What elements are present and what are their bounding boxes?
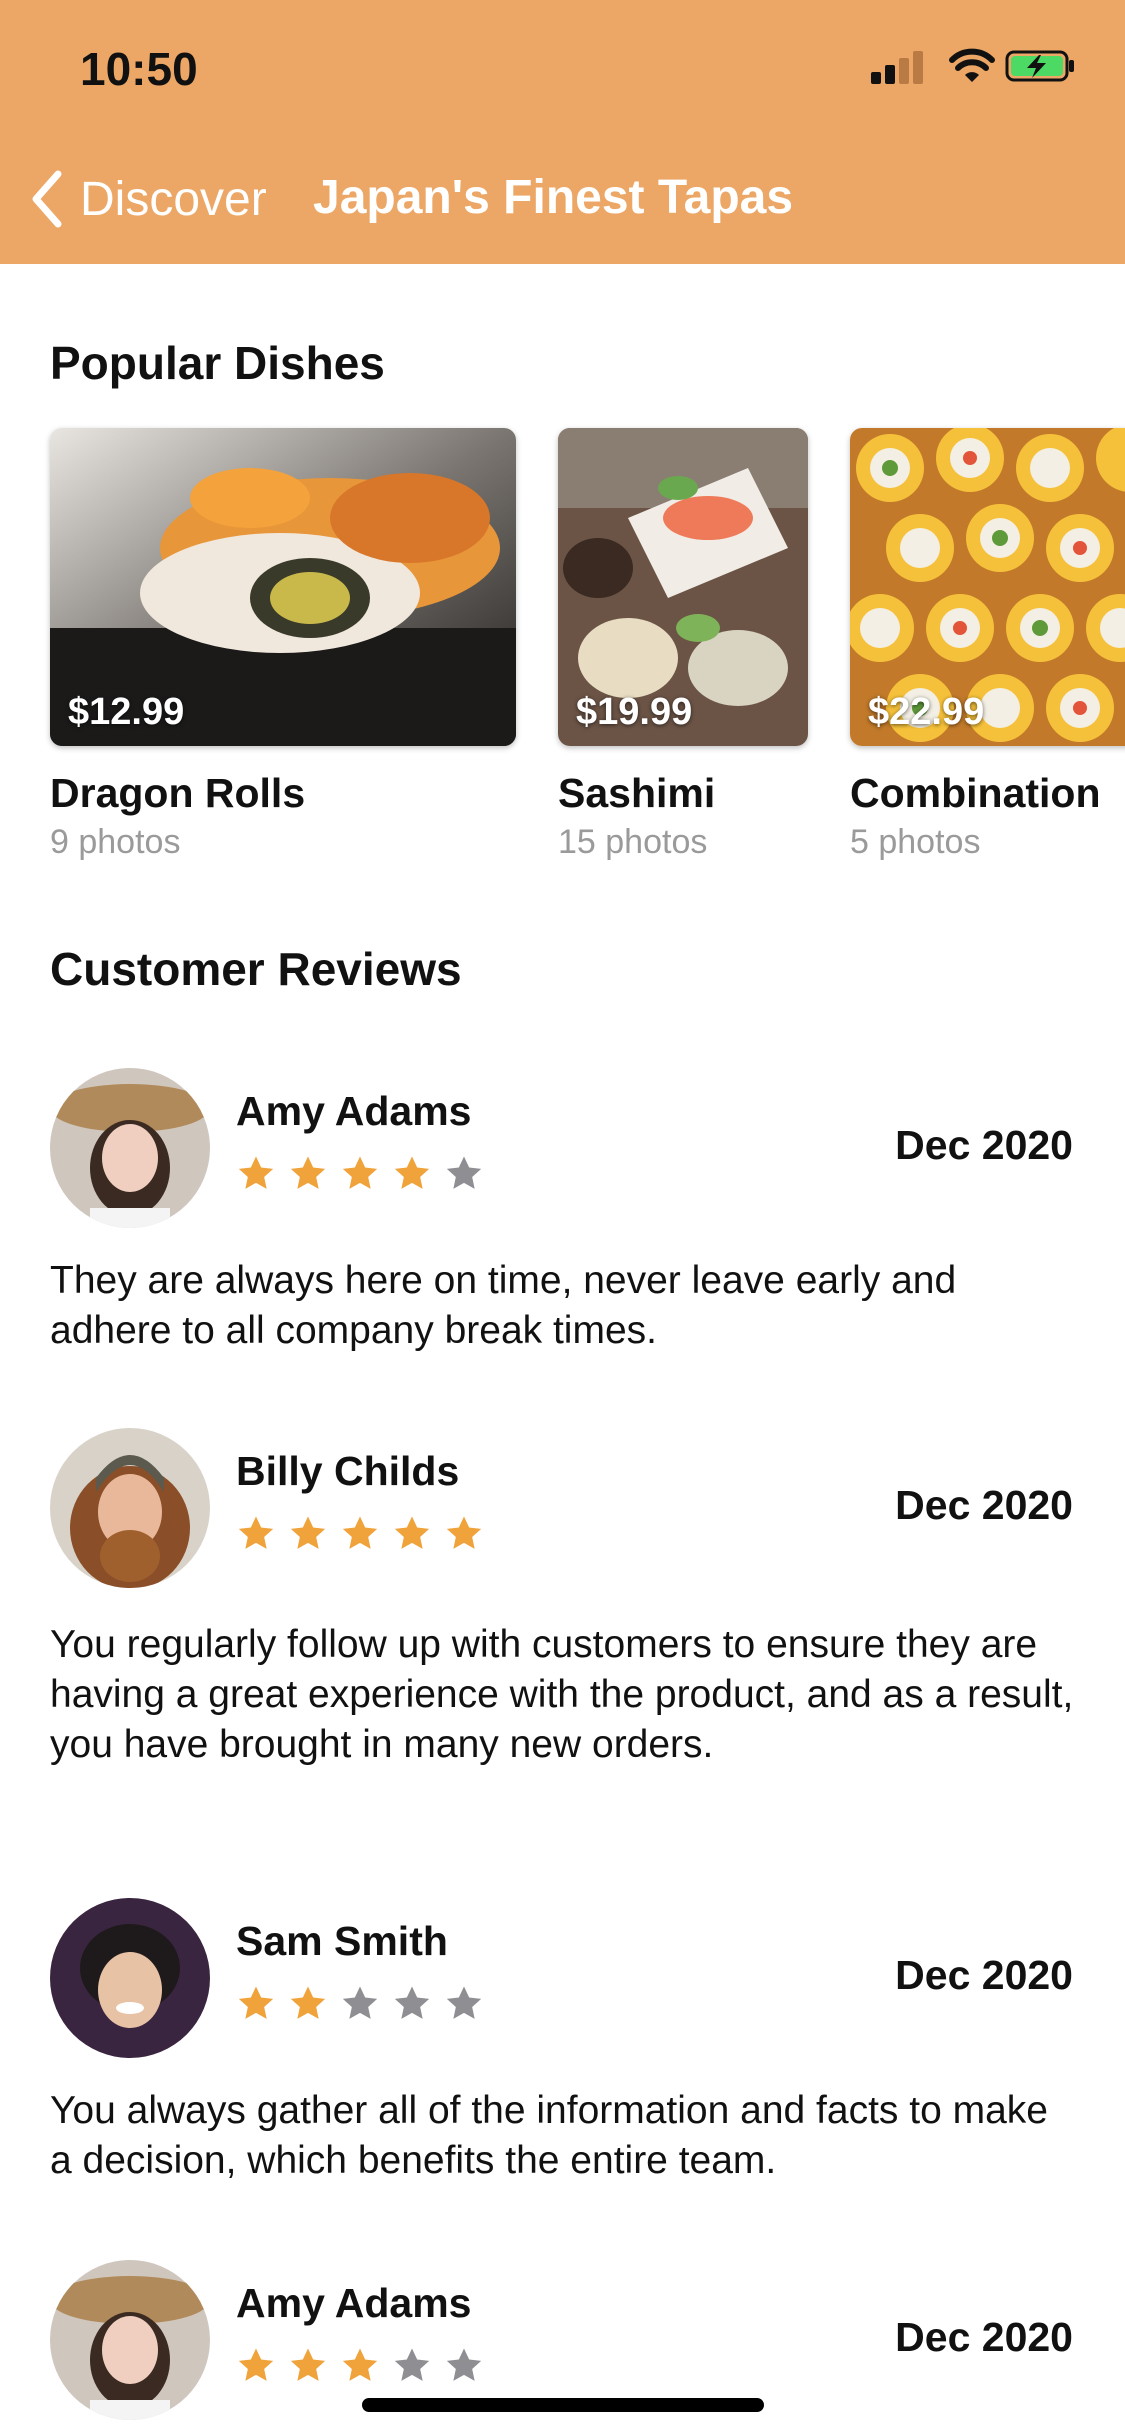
reviewer-name: Billy Childs [236,1448,460,1494]
signal-icon [871,50,927,84]
star-rating [236,1984,484,2024]
star-icon [342,1156,378,1189]
reviewer-name: Amy Adams [236,1088,472,1134]
chevron-left-icon [32,170,62,228]
wifi-icon [949,48,995,82]
star-icon [238,2348,274,2381]
star-icon [238,1986,274,2019]
dish-photo-count: 9 photos [50,823,181,861]
star-icon [342,1986,378,2019]
review-text: You regularly follow up with customers t… [50,1623,1074,1766]
dish-card-sashimi[interactable]: $19.99 Sashimi 15 photos [558,428,808,862]
star-icon [290,1156,326,1189]
customer-reviews-heading: Customer Reviews [50,943,462,995]
dish-photo[interactable]: $12.99 [50,428,516,746]
star-icon [394,1156,430,1189]
dish-card-dragon-rolls[interactable]: $12.99 Dragon Rolls 9 photos [50,428,516,862]
dish-photo[interactable]: $22.99 [850,428,1125,746]
star-icon [238,1516,274,1549]
reviewer-name: Amy Adams [236,2280,472,2326]
star-icon [446,2348,482,2381]
star-icon [446,1516,482,1549]
star-icon [394,1516,430,1549]
review-date: Dec 2020 [895,1122,1073,1168]
star-icon [238,1156,274,1189]
back-label: Discover [80,172,267,226]
review-text: You always gather all of the information… [50,2089,1048,2182]
star-icon [446,1986,482,2019]
dish-name: Dragon Rolls [50,770,306,816]
dish-price: $19.99 [576,691,693,733]
star-icon [290,1516,326,1549]
battery-charging-icon [1005,50,1074,82]
star-icon [394,2348,430,2381]
avatar[interactable] [50,1898,210,2058]
page-title: Japan's Finest Tapas [313,171,794,224]
dish-price: $12.99 [68,691,185,733]
avatar[interactable] [50,1068,210,1228]
home-indicator[interactable] [362,2398,764,2412]
dish-photo-count: 15 photos [558,823,708,861]
star-icon [290,1986,326,2019]
back-button[interactable]: Discover [26,164,267,234]
star-icon [394,1986,430,2019]
dish-card-combination[interactable]: $22.99 Combination 5 photos [850,428,1125,862]
star-icon [342,2348,378,2381]
review-date: Dec 2020 [895,1482,1073,1528]
review-text: They are always here on time, never leav… [50,1259,957,1352]
star-icon [446,1156,482,1189]
star-rating [236,2346,484,2386]
dish-name: Sashimi [558,770,716,816]
review-date: Dec 2020 [895,1952,1073,1998]
review-date: Dec 2020 [895,2314,1073,2360]
avatar[interactable] [50,1428,210,1588]
reviewer-name: Sam Smith [236,1918,448,1964]
dish-name: Combination [850,770,1101,816]
star-rating [236,1514,484,1554]
nav-header: 10:50 Discover Japan's Finest Tapas [0,0,1125,264]
star-rating [236,1154,484,1194]
popular-dishes-heading: Popular Dishes [50,337,385,389]
star-icon [342,1516,378,1549]
dish-price: $22.99 [868,691,985,733]
dish-photo[interactable]: $19.99 [558,428,808,746]
dish-photo-count: 5 photos [850,823,981,861]
status-icons [871,46,1081,86]
avatar[interactable] [50,2260,210,2420]
star-icon [290,2348,326,2381]
status-time: 10:50 [80,43,198,95]
